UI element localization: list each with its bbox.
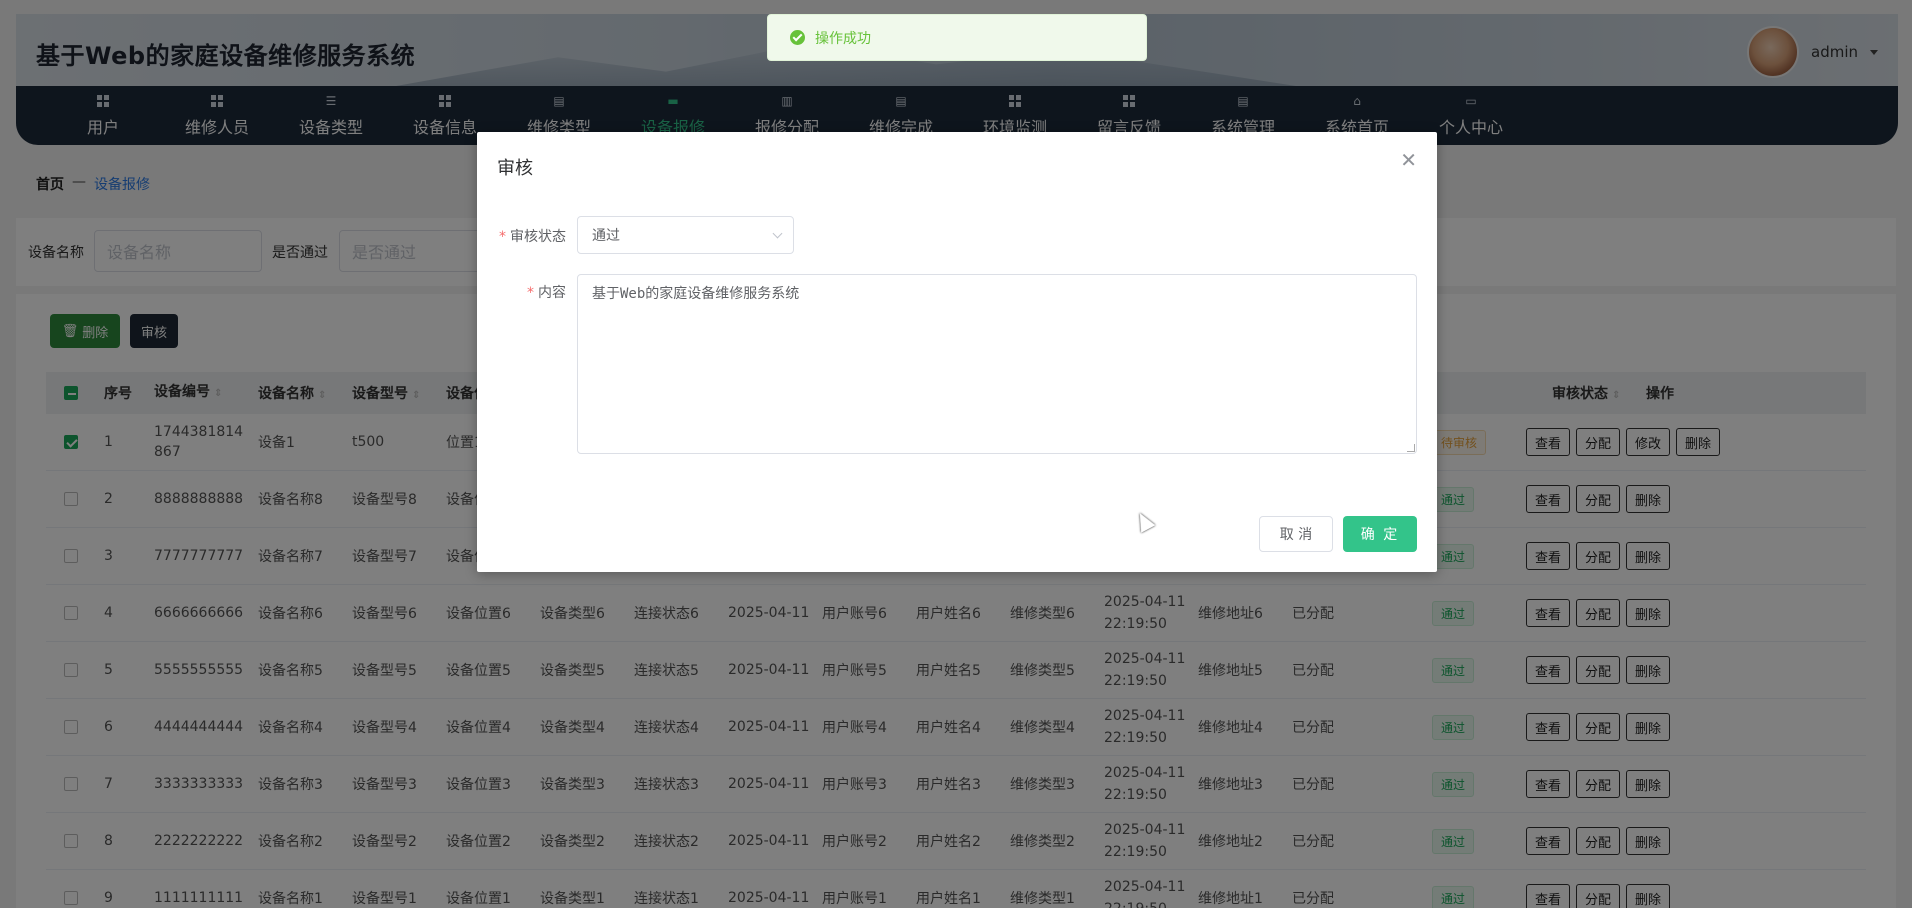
chevron-down-icon bbox=[772, 228, 783, 239]
content-textarea[interactable]: 基于Web的家庭设备维修服务系统 bbox=[577, 274, 1417, 454]
required-mark: * bbox=[527, 285, 534, 301]
resize-handle-icon[interactable] bbox=[1407, 444, 1415, 452]
audit-status-value: 通过 bbox=[592, 228, 620, 244]
confirm-button[interactable]: 确 定 bbox=[1343, 516, 1417, 552]
required-mark: * bbox=[499, 229, 506, 245]
audit-dialog: 审核 ✕ * 审核状态 通过 * 内容 基于Web的家庭设备维修服务系统 取 消 确… bbox=[477, 132, 1437, 572]
audit-status-label: * 审核状态 bbox=[499, 229, 566, 245]
audit-status-select[interactable]: 通过 bbox=[577, 216, 794, 254]
dialog-title: 审核 bbox=[497, 158, 533, 179]
success-toast: 操作成功 bbox=[767, 14, 1147, 61]
cancel-button[interactable]: 取 消 bbox=[1259, 516, 1333, 552]
toast-text: 操作成功 bbox=[815, 30, 871, 47]
content-label: * 内容 bbox=[527, 285, 566, 301]
close-icon[interactable]: ✕ bbox=[1400, 150, 1417, 170]
check-circle-icon bbox=[790, 30, 805, 45]
